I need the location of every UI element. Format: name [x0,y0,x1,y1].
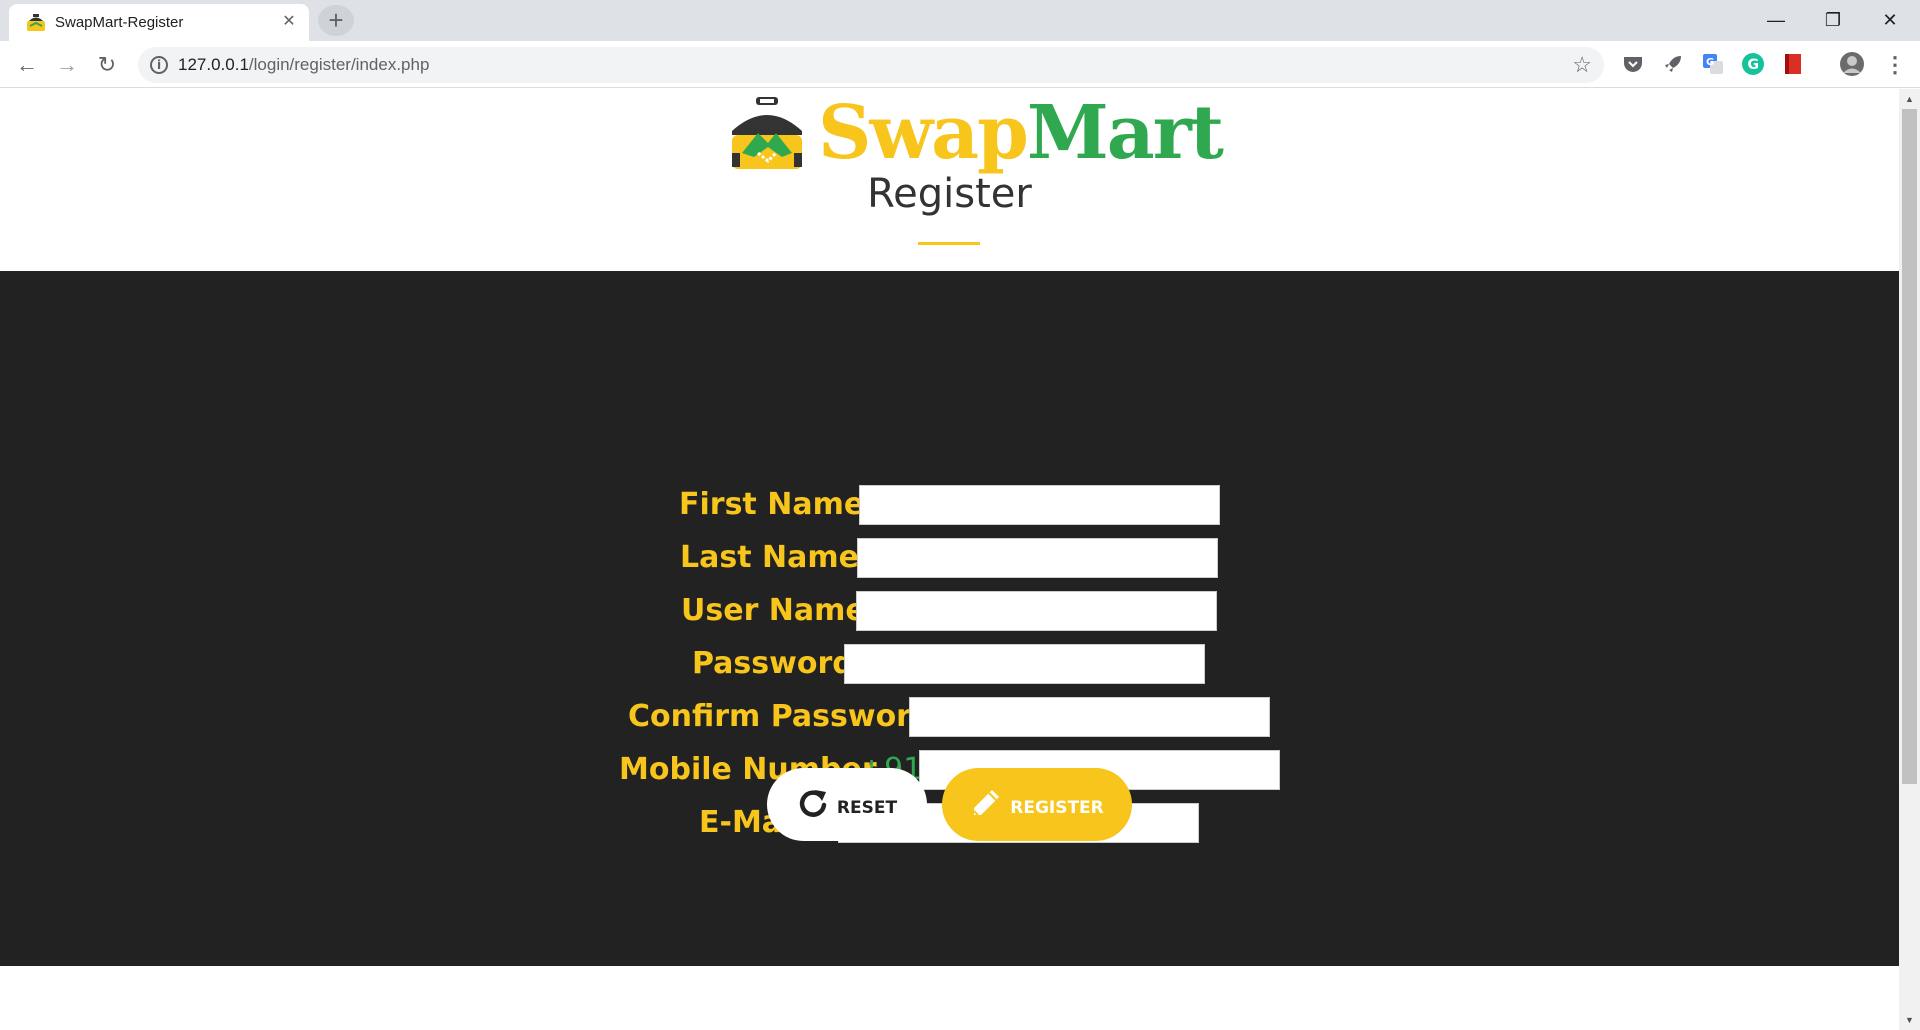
tab-strip: SwapMart-Register ✕ + — ❐ ✕ [0,0,1920,41]
user-name-row: User Name [681,590,1219,632]
url-host: 127.0.0.1 [178,55,249,74]
svg-text:G: G [1706,57,1714,68]
site-info-icon[interactable]: i [150,56,168,74]
last-name-label: Last Name [680,540,859,575]
swapmart-favicon-icon [27,14,45,31]
logo-swap-text: Swap [818,90,1029,176]
tab-title: SwapMart-Register [55,14,184,31]
reset-button[interactable]: RESET [767,768,927,841]
forward-arrow-icon[interactable]: → [51,49,83,81]
password-input[interactable] [844,644,1205,684]
vertical-scrollbar[interactable]: ▲ ▼ [1899,89,1920,1030]
user-name-input[interactable] [856,591,1217,631]
browser-toolbar: ← → ↻ i 127.0.0.1/login/register/index.p… [0,41,1920,88]
scroll-down-icon[interactable]: ▼ [1899,1012,1920,1028]
page-viewport: SwapMart Register First Name Last Name U… [0,89,1899,1030]
title-underline [918,242,980,245]
restore-button[interactable]: ❐ [1805,4,1861,36]
last-name-input[interactable] [857,538,1218,578]
page-title: Register [867,171,1032,217]
first-name-row: First Name [679,484,1223,526]
register-button[interactable]: REGISTER [942,768,1132,841]
svg-text:G: G [1748,57,1760,73]
close-window-button[interactable]: ✕ [1862,4,1918,36]
register-label: REGISTER [1010,797,1104,818]
minimize-button[interactable]: — [1748,4,1804,36]
last-name-row: Last Name [680,537,1220,579]
refresh-icon [799,789,827,817]
new-tab-button[interactable]: + [318,5,354,36]
translate-extension-icon[interactable]: G [1701,52,1725,76]
back-arrow-icon[interactable]: ← [11,49,43,81]
url-text[interactable]: 127.0.0.1/login/register/index.php [178,55,429,75]
browser-menu-icon[interactable]: ⋮ [1884,50,1906,80]
pencil-icon [973,789,1000,816]
browser-tab[interactable]: SwapMart-Register ✕ [9,4,309,41]
tab-close-icon[interactable]: ✕ [279,12,299,32]
first-name-label: First Name [679,487,865,522]
page-header: SwapMart Register [0,89,1899,271]
bookmark-star-icon[interactable]: ☆ [1572,52,1592,78]
confirm-password-label: Confirm Password [628,699,933,734]
password-row: Password [692,643,1207,685]
profile-avatar-icon[interactable] [1839,51,1865,77]
url-path: /login/register/index.php [248,55,430,74]
bookmark-extension-icon[interactable] [1781,52,1805,76]
scrollbar-thumb[interactable] [1902,109,1917,784]
password-label: Password [692,646,854,681]
swapmart-logo-icon [732,97,802,169]
pocket-extension-icon[interactable] [1621,52,1645,76]
register-form: First Name Last Name User Name Password … [0,271,1899,966]
reload-icon[interactable]: ↻ [91,49,123,81]
address-bar[interactable]: i 127.0.0.1/login/register/index.php ☆ [138,47,1604,83]
confirm-password-row: Confirm Password [628,696,1271,738]
rocket-extension-icon[interactable] [1661,52,1685,76]
user-name-label: User Name [681,593,866,628]
logo-mart-text: Mart [1026,90,1224,176]
scroll-up-icon[interactable]: ▲ [1899,91,1920,107]
first-name-input[interactable] [859,485,1220,525]
logo-wordmark: SwapMart [818,89,1224,181]
reset-label: RESET [836,797,898,818]
confirm-password-input[interactable] [909,697,1270,737]
grammarly-extension-icon[interactable]: G [1741,52,1765,76]
